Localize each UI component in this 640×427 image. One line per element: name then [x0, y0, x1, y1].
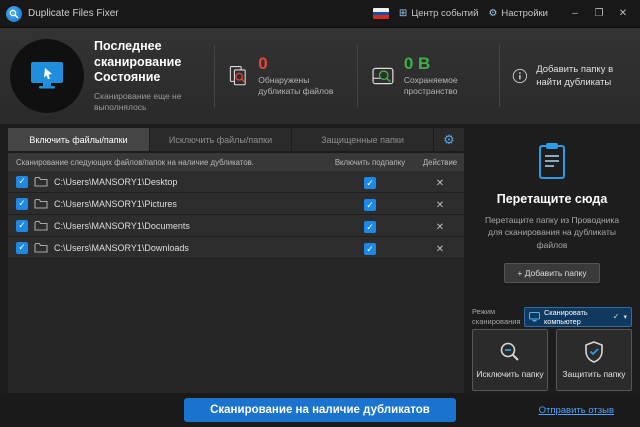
app-logo-icon: [6, 6, 22, 22]
space-value: 0 В: [404, 55, 488, 72]
row-checkbox[interactable]: ✓: [16, 242, 28, 254]
info-icon: [512, 63, 528, 89]
last-scan-title: Последнее сканирование Состояние: [94, 39, 202, 86]
row-checkbox[interactable]: ✓: [16, 176, 28, 188]
remove-row-button[interactable]: ✕: [436, 244, 444, 255]
dropzone-description: Перетащите папку из Проводника для скани…: [482, 214, 622, 251]
feedback-link[interactable]: Отправить отзыв: [539, 405, 614, 416]
main-area: Включить файлы/папки Исключить файлы/пап…: [0, 124, 640, 393]
table-row: ✓ C:\Users\MANSORY1\Documents ✓ ✕: [8, 215, 464, 237]
folders-table: Сканирование следующих файлов/папок на н…: [8, 153, 464, 393]
space-stat: 0 В Сохраняемое пространство: [370, 55, 488, 98]
space-label: Сохраняемое пространство: [404, 75, 488, 98]
side-buttons: Исключить папку Защитить папку: [472, 329, 632, 393]
settings-button[interactable]: ⚙ Настройки: [488, 8, 548, 19]
folder-path: C:\Users\MANSORY1\Downloads: [54, 243, 189, 253]
computer-icon: [529, 312, 540, 322]
grid-icon: ⊞: [399, 8, 407, 19]
folder-icon: [34, 198, 48, 209]
document-drop-icon: [534, 142, 570, 182]
column-header-subfolder: Включить подпапку: [324, 158, 416, 167]
drop-panel: Перетащите сюда Перетащите папку из Пров…: [472, 128, 632, 393]
duplicates-count: 0: [258, 55, 345, 72]
exclude-folder-label: Исключить папку: [476, 369, 543, 379]
scan-button[interactable]: Сканирование на наличие дубликатов: [184, 398, 456, 422]
scan-mode-dropdown[interactable]: Сканировать компьютер ✓ ▾: [524, 307, 632, 327]
row-checkbox[interactable]: ✓: [16, 220, 28, 232]
search-minus-icon: [499, 341, 521, 363]
table-header: Сканирование следующих файлов/папок на н…: [8, 153, 464, 171]
event-center-label: Центр событий: [411, 8, 478, 19]
subfolder-checkbox[interactable]: ✓: [364, 221, 376, 233]
table-row: ✓ C:\Users\MANSORY1\Downloads ✓ ✕: [8, 237, 464, 259]
monitor-cursor-icon: [29, 60, 65, 92]
drive-search-icon: [370, 59, 396, 93]
tab-protected-folders[interactable]: Защищенные папки: [292, 128, 433, 151]
add-folder-hint: Добавить папку в найти дубликаты: [512, 63, 630, 90]
list-settings-button[interactable]: ⚙: [434, 128, 464, 151]
tab-include-files[interactable]: Включить файлы/папки: [8, 128, 149, 151]
exclude-folder-button[interactable]: Исключить папку: [472, 329, 548, 391]
remove-row-button[interactable]: ✕: [436, 222, 444, 233]
duplicates-label: Обнаружены дубликаты файлов: [258, 75, 345, 98]
chevron-down-icon: ▾: [623, 313, 627, 321]
add-folder-hint-text: Добавить папку в найти дубликаты: [536, 63, 630, 90]
folder-path: C:\Users\MANSORY1\Desktop: [54, 177, 177, 187]
remove-row-button[interactable]: ✕: [436, 178, 444, 189]
footer-bar: Сканирование на наличие дубликатов Отпра…: [0, 393, 640, 427]
remove-row-button[interactable]: ✕: [436, 200, 444, 211]
duplicates-stat: 0 Обнаружены дубликаты файлов: [227, 55, 345, 98]
protect-folder-button[interactable]: Защитить папку: [556, 329, 632, 391]
gear-icon: ⚙: [488, 8, 497, 19]
scan-mode-value: Сканировать компьютер: [544, 308, 609, 326]
maximize-button[interactable]: ❐: [588, 5, 610, 23]
last-scan-subtitle: Сканирование еще не выполнялось: [94, 91, 202, 113]
dropzone[interactable]: Перетащите сюда Перетащите папку из Пров…: [472, 128, 632, 293]
header-stats: Последнее сканирование Состояние Сканиро…: [0, 28, 640, 124]
event-center-button[interactable]: ⊞ Центр событий: [399, 8, 479, 19]
shield-check-icon: [584, 341, 604, 363]
row-checkbox[interactable]: ✓: [16, 198, 28, 210]
tab-exclude-files[interactable]: Исключить файлы/папки: [150, 128, 291, 151]
subfolder-checkbox[interactable]: ✓: [364, 199, 376, 211]
titlebar: Duplicate Files Fixer ⊞ Центр событий ⚙ …: [0, 0, 640, 28]
scan-mode-label: Режим сканирования: [472, 307, 518, 327]
dropzone-title: Перетащите сюда: [482, 192, 622, 206]
table-row: ✓ C:\Users\MANSORY1\Pictures ✓ ✕: [8, 193, 464, 215]
app-title: Duplicate Files Fixer: [28, 8, 119, 19]
folder-path: C:\Users\MANSORY1\Pictures: [54, 199, 177, 209]
column-header-scan: Сканирование следующих файлов/папок на н…: [8, 158, 324, 167]
settings-label: Настройки: [501, 8, 548, 19]
divider: [357, 45, 358, 107]
scan-status-circle: [10, 39, 84, 113]
subfolder-checkbox[interactable]: ✓: [364, 177, 376, 189]
language-flag-icon[interactable]: [373, 8, 389, 19]
folders-panel: Включить файлы/папки Исключить файлы/пап…: [8, 128, 464, 393]
table-row: ✓ C:\Users\MANSORY1\Desktop ✓ ✕: [8, 171, 464, 193]
column-header-action: Действие: [416, 158, 464, 167]
gear-icon: ⚙: [443, 132, 455, 148]
subfolder-checkbox[interactable]: ✓: [364, 243, 376, 255]
close-button[interactable]: ✕: [612, 5, 634, 23]
minimize-button[interactable]: –: [564, 5, 586, 23]
divider: [499, 45, 500, 107]
add-folder-button[interactable]: + Добавить папку: [504, 263, 599, 283]
divider: [214, 45, 215, 107]
scan-mode-row: Режим сканирования Сканировать компьютер…: [472, 307, 632, 327]
folder-path: C:\Users\MANSORY1\Documents: [54, 221, 190, 231]
duplicate-files-icon: [227, 59, 250, 93]
protect-folder-label: Защитить папку: [563, 369, 626, 379]
folder-icon: [34, 176, 48, 187]
folder-icon: [34, 220, 48, 231]
folder-icon: [34, 242, 48, 253]
check-icon: ✓: [613, 312, 620, 321]
tab-bar: Включить файлы/папки Исключить файлы/пап…: [8, 128, 464, 151]
